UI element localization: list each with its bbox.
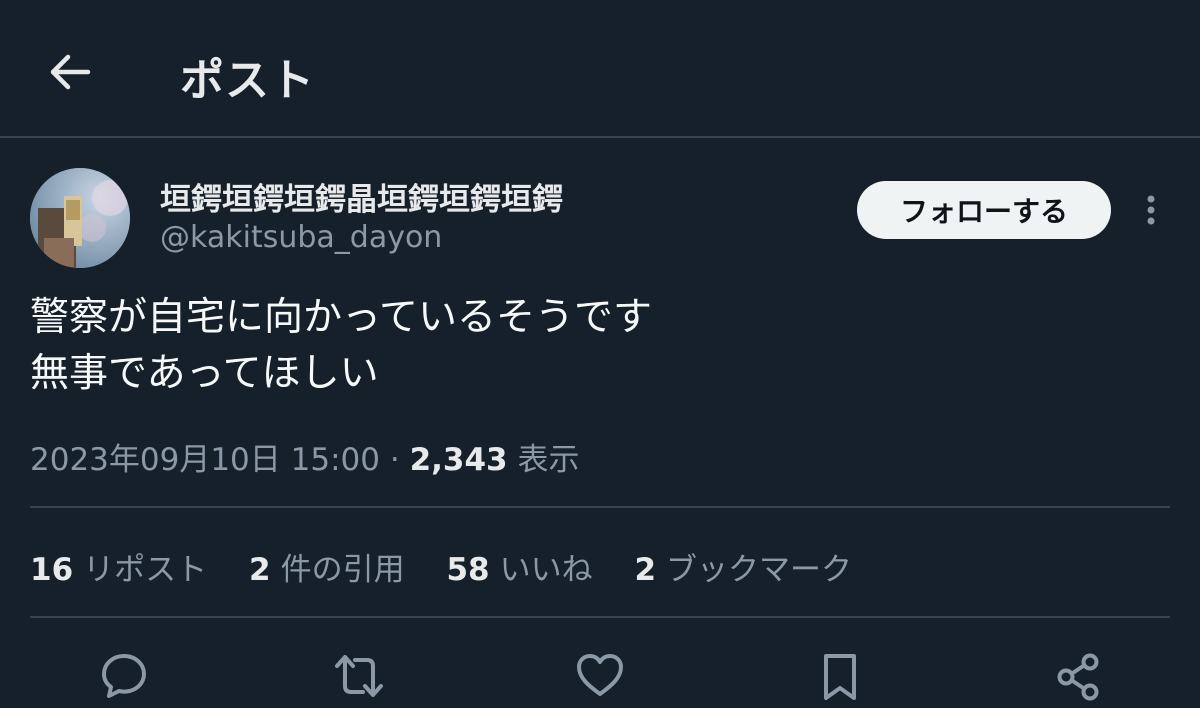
like-icon <box>577 654 623 696</box>
timestamp[interactable]: 2023年09月10日 15:00 <box>30 442 380 478</box>
more-vertical-icon <box>1147 195 1155 225</box>
follow-button[interactable]: フォローする <box>857 181 1111 239</box>
quotes-stat[interactable]: 2 件の引用 <box>249 552 405 588</box>
views-label: 表示 <box>517 442 580 478</box>
share-icon <box>1057 653 1099 701</box>
more-options-button[interactable] <box>1135 188 1167 232</box>
meta-separator: · <box>389 442 400 478</box>
reposts-label: リポスト <box>83 552 208 588</box>
quotes-count: 2 <box>249 552 271 588</box>
tweet-line: 警察が自宅に向かっているそうです <box>30 295 653 340</box>
arrow-left-icon <box>50 54 91 90</box>
divider <box>30 506 1170 508</box>
tweet-line: 無事であってほしい <box>30 351 379 396</box>
quotes-label: 件の引用 <box>280 552 405 588</box>
likes-label: いいね <box>499 552 593 588</box>
share-button[interactable] <box>1050 652 1106 708</box>
tweet-text: 警察が自宅に向かっているそうです 無事であってほしい <box>30 290 652 402</box>
divider <box>30 616 1170 618</box>
reposts-count: 16 <box>30 552 74 588</box>
bookmarks-label: ブックマーク <box>666 552 853 588</box>
like-button[interactable] <box>572 652 628 708</box>
top-bar: ポスト <box>0 0 1200 138</box>
likes-count: 58 <box>446 552 490 588</box>
views-count: 2,343 <box>409 442 508 478</box>
author-handle[interactable]: @kakitsuba_dayon <box>160 220 442 255</box>
reply-icon <box>102 654 146 698</box>
reposts-stat[interactable]: 16 リポスト <box>30 552 207 588</box>
page-title: ポスト <box>180 55 315 106</box>
avatar[interactable] <box>30 168 130 268</box>
likes-stat[interactable]: 58 いいね <box>446 552 592 588</box>
repost-button[interactable] <box>331 652 387 708</box>
bookmarks-count: 2 <box>634 552 657 588</box>
bookmark-icon <box>824 654 856 700</box>
repost-icon <box>335 655 383 697</box>
engagement-stats: 16 リポスト 2 件の引用 58 いいね 2 ブックマーク <box>30 544 884 589</box>
back-button[interactable] <box>40 46 100 98</box>
author-display-name[interactable]: 垣鍔垣鍔垣鍔晶垣鍔垣鍔垣鍔 <box>160 174 563 219</box>
tweet-meta: 2023年09月10日 15:00 · 2,343 表示 <box>30 434 579 479</box>
avatar-image <box>30 168 130 268</box>
bookmarks-stat[interactable]: 2 ブックマーク <box>634 552 852 588</box>
bookmark-button[interactable] <box>812 652 868 708</box>
reply-button[interactable] <box>96 652 152 708</box>
